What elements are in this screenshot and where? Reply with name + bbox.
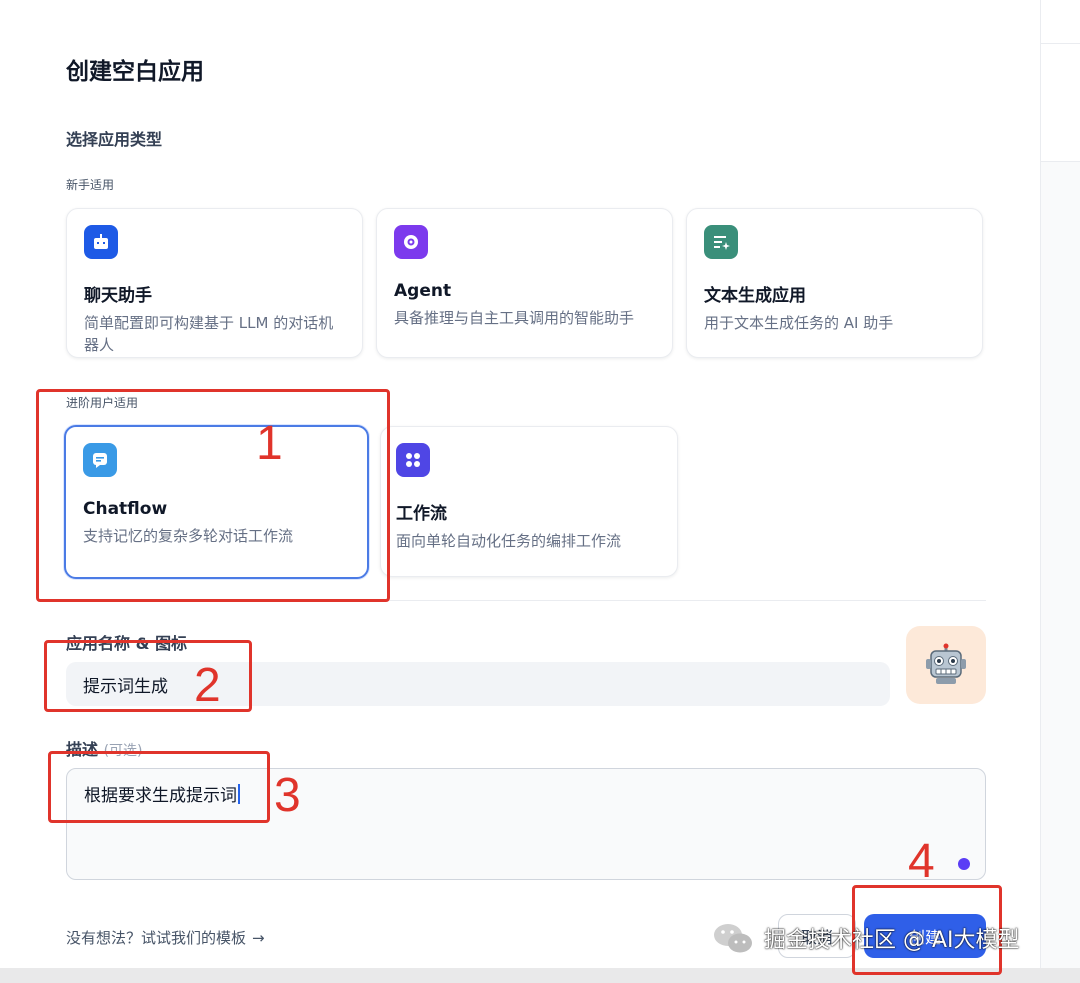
robot-emoji-icon [926,643,966,684]
app-type-card-chatbot[interactable]: 聊天助手 简单配置即可构建基于 LLM 的对话机器人 [66,208,363,358]
card-desc: 面向单轮自动化任务的编排工作流 [396,532,622,550]
dialog-title: 创建空白应用 [66,59,204,85]
assistant-dot-icon [958,858,970,870]
text-generator-icon [704,225,738,259]
group-label-beginner: 新手适用 [66,178,115,192]
app-icon-picker[interactable] [906,626,986,704]
card-name: 聊天助手 [84,286,152,306]
chat-bot-icon [84,225,118,259]
annotation-number-4: 4 [908,835,935,888]
annotation-box-3 [48,751,270,823]
card-desc: 简单配置即可构建基于 LLM 的对话机器人 [84,314,334,354]
card-desc: 用于文本生成任务的 AI 助手 [704,314,894,332]
watermark-text: 掘金技术社区 @ AI大模型 [764,928,1020,953]
wechat-icon [714,924,752,953]
background-panel [1040,0,1080,968]
template-link[interactable]: 没有想法？试试我们的模板 → [66,927,265,948]
annotation-number-3: 3 [274,769,301,822]
annotation-number-2: 2 [194,659,221,712]
section-title: 选择应用类型 [66,130,163,149]
arrow-right-icon: → [252,928,265,947]
agent-brain-icon [394,225,428,259]
card-name: 文本生成应用 [704,286,806,306]
annotation-number-1: 1 [256,417,283,470]
annotation-box-1 [36,389,390,602]
workflow-icon [396,443,430,477]
background-block [1041,0,1080,44]
card-name: 工作流 [396,504,447,524]
app-type-card-text-generator[interactable]: 文本生成应用 用于文本生成任务的 AI 助手 [686,208,983,358]
app-type-card-agent[interactable]: Agent 具备推理与自主工具调用的智能助手 [376,208,673,358]
app-type-card-workflow[interactable]: 工作流 面向单轮自动化任务的编排工作流 [380,426,678,577]
annotation-box-2 [44,640,252,712]
watermark: 掘金技术社区 @ AI大模型 [712,918,1020,958]
template-link-label: 没有想法？试试我们的模板 [66,929,247,947]
background-block [1041,44,1080,162]
card-name: Agent [394,281,452,301]
card-desc: 具备推理与自主工具调用的智能助手 [394,309,635,327]
